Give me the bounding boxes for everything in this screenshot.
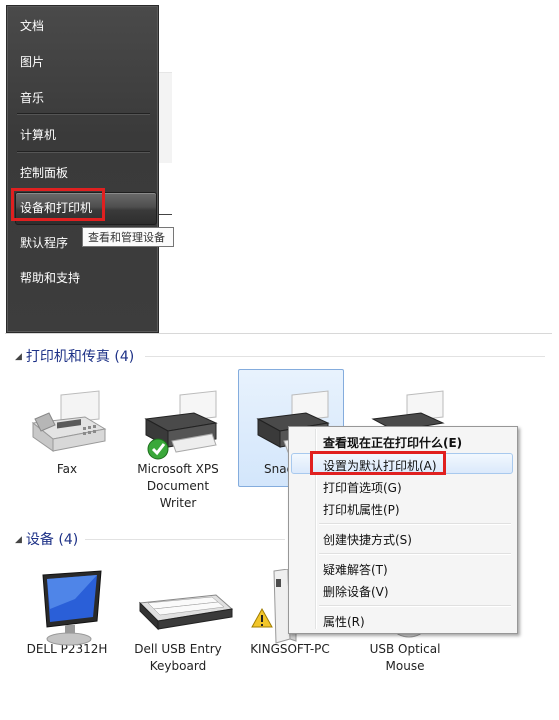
annotation-highlight-box — [310, 451, 446, 475]
start-item-documents[interactable]: 文档 — [20, 17, 44, 34]
printer-xps-writer[interactable]: Microsoft XPS Document Writer — [128, 389, 228, 512]
printer-fax[interactable]: Fax — [17, 389, 117, 478]
menu-item-remove-device[interactable]: 删除设备(V) — [323, 583, 389, 600]
group-divider — [145, 356, 545, 357]
start-menu-separator — [17, 151, 150, 153]
fax-icon — [25, 389, 109, 461]
monitor-icon — [25, 569, 109, 646]
devices-group-title: 设备 (4) — [25, 532, 79, 548]
menu-item-properties[interactable]: 属性(R) — [323, 613, 365, 630]
menu-separator — [319, 605, 511, 607]
collapse-triangle-icon[interactable]: ◢ — [15, 535, 22, 545]
device-label: Microsoft XPS Document Writer — [137, 462, 219, 510]
printers-group-title: 打印机和传真 (4) — [25, 349, 135, 365]
tooltip: 查看和管理设备 — [82, 227, 174, 247]
start-item-control-panel[interactable]: 控制面板 — [20, 164, 68, 181]
menu-separator — [319, 523, 511, 525]
start-item-pictures[interactable]: 图片 — [20, 53, 44, 70]
device-monitor[interactable]: DELL P2312H — [17, 569, 117, 658]
menu-separator — [319, 553, 511, 555]
start-item-music[interactable]: 音乐 — [20, 89, 44, 106]
group-divider — [85, 539, 285, 540]
menu-item-see-whats-printing[interactable]: 查看现在正在打印什么(E) — [323, 434, 462, 451]
menu-item-troubleshoot[interactable]: 疑难解答(T) — [323, 561, 388, 578]
menu-item-printer-properties[interactable]: 打印机属性(P) — [323, 501, 400, 518]
start-menu-screenshot: 文档 图片 音乐 计算机 控制面板 设备和打印机 默认程序 帮助和支持 查看和管… — [0, 0, 559, 333]
collapse-triangle-icon[interactable]: ◢ — [15, 352, 22, 362]
keyboard-icon — [136, 569, 234, 641]
menu-item-printing-preferences[interactable]: 打印首选项(G) — [323, 479, 402, 496]
device-label: Fax — [56, 462, 78, 476]
devices-group-header[interactable]: ◢ 设备 (4) — [15, 529, 78, 549]
start-item-default-programs[interactable]: 默认程序 — [20, 234, 68, 251]
start-menu-right-pane: 文档 图片 音乐 计算机 控制面板 设备和打印机 默认程序 帮助和支持 — [6, 5, 159, 333]
start-item-computer[interactable]: 计算机 — [20, 126, 56, 143]
printers-group-header[interactable]: ◢ 打印机和传真 (4) — [15, 346, 134, 366]
menu-item-create-shortcut[interactable]: 创建快捷方式(S) — [323, 531, 412, 548]
start-menu-separator — [17, 113, 150, 115]
start-item-help-support[interactable]: 帮助和支持 — [20, 269, 80, 286]
annotation-highlight-box — [11, 188, 105, 221]
printer-icon — [136, 389, 220, 461]
device-keyboard[interactable]: Dell USB Entry Keyboard — [128, 569, 234, 675]
